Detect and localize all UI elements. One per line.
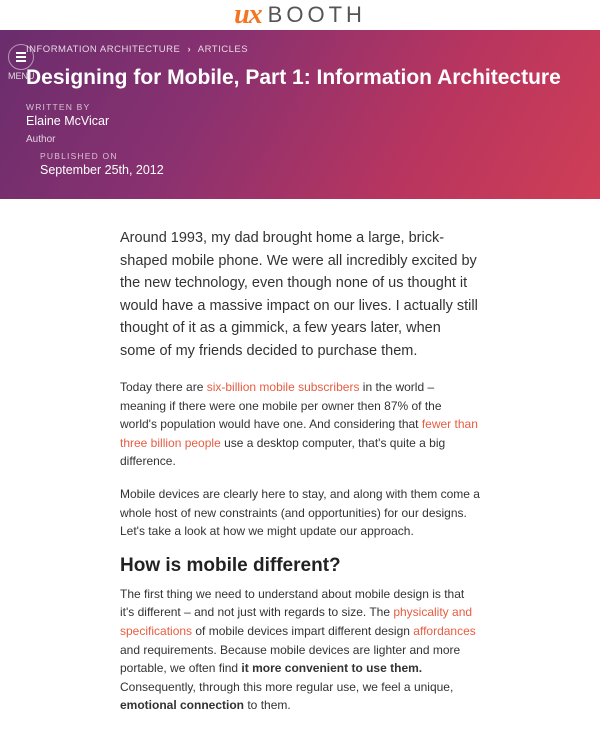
text: Today there are xyxy=(120,380,207,394)
bold-text: it more convenient to use them. xyxy=(241,661,422,675)
author-name[interactable]: Elaine McVicar xyxy=(26,114,574,128)
chevron-right-icon: › xyxy=(187,44,191,55)
paragraph-3: Mobile devices are clearly here to stay,… xyxy=(120,485,480,541)
breadcrumb-category[interactable]: INFORMATION ARCHITECTURE xyxy=(26,44,180,55)
article-body: Around 1993, my dad brought home a large… xyxy=(90,199,510,749)
link-subscribers[interactable]: six-billion mobile subscribers xyxy=(207,380,360,394)
section-heading: How is mobile different? xyxy=(120,555,480,577)
page-title: Designing for Mobile, Part 1: Informatio… xyxy=(26,65,574,90)
paragraph-4: The first thing we need to understand ab… xyxy=(120,585,480,715)
lede-paragraph: Around 1993, my dad brought home a large… xyxy=(120,227,480,362)
published-date: September 25th, 2012 xyxy=(40,163,574,177)
logo-prefix: ux xyxy=(234,0,262,31)
bold-text: emotional connection xyxy=(120,698,244,712)
paragraph-2: Today there are six-billion mobile subsc… xyxy=(120,378,480,471)
breadcrumb: INFORMATION ARCHITECTURE › ARTICLES xyxy=(26,44,574,55)
published-label: PUBLISHED ON xyxy=(40,151,574,161)
link-affordances[interactable]: affordances xyxy=(413,624,476,638)
written-by-label: WRITTEN BY xyxy=(26,102,574,112)
text: to them. xyxy=(244,698,291,712)
text: Consequently, through this more regular … xyxy=(120,680,453,694)
logo-suffix: BOOTH xyxy=(268,2,366,28)
breadcrumb-section[interactable]: ARTICLES xyxy=(198,44,248,55)
logo-bar: ux BOOTH xyxy=(0,0,600,30)
menu-button[interactable]: MENU xyxy=(8,44,35,82)
hamburger-icon xyxy=(8,44,34,70)
text: of mobile devices impart different desig… xyxy=(192,624,413,638)
menu-label: MENU xyxy=(8,71,35,81)
author-role: Author xyxy=(26,134,574,145)
hero: MENU INFORMATION ARCHITECTURE › ARTICLES… xyxy=(0,30,600,199)
